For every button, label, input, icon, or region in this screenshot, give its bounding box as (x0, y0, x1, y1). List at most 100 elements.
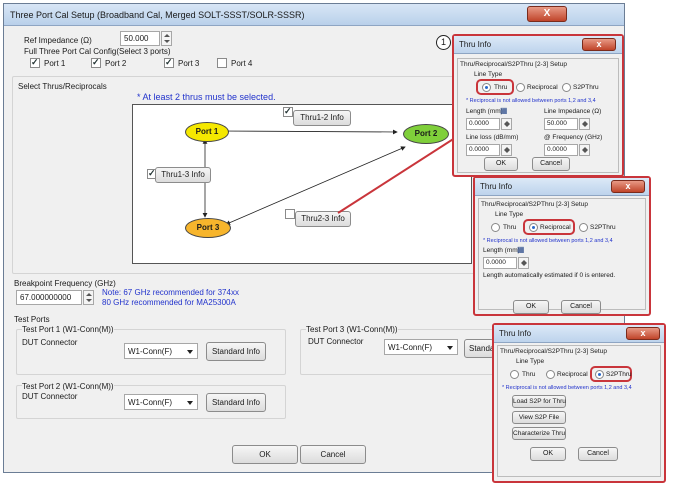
port3-label: Port 3 (178, 59, 200, 68)
tp2-dut-label: DUT Connector (22, 392, 78, 401)
window-title: Three Port Cal Setup (Broadband Cal, Mer… (10, 10, 305, 20)
view-s2p-button[interactable]: View S2P File (512, 411, 566, 424)
popup3-setup-label: Thru/Reciprocal/S2PThru [2-3] Setup (500, 348, 607, 355)
thru12-checkbox[interactable] (283, 106, 293, 117)
ref-impedance-spinner[interactable] (161, 31, 172, 46)
breakpoint-field[interactable]: 67.000000000 (16, 290, 82, 305)
tp1-standard-info-button[interactable]: Standard Info (206, 342, 266, 361)
popup1-length-spinner[interactable] (501, 118, 512, 130)
test-port2-label: Test Port 2 (W1-Conn(M)) (22, 382, 114, 391)
popup2-auto-note: Length automatically estimated if 0 is e… (483, 272, 616, 279)
popup3-reciprocal-radio[interactable] (546, 370, 555, 379)
popup1-thru-radio[interactable] (482, 83, 491, 92)
popup2-length-spinner[interactable] (518, 257, 529, 269)
close-button[interactable]: X (527, 6, 567, 22)
tp2-standard-info-button[interactable]: Standard Info (206, 393, 266, 412)
tp2-connector-value: W1-Conn(F) (128, 398, 173, 407)
popup1-loss-label: Line loss (dB/mm) (466, 134, 519, 141)
popup1-close-button[interactable]: x (582, 38, 616, 51)
ok-button[interactable]: OK (232, 445, 298, 464)
popup1-reciprocal-radio[interactable] (516, 83, 525, 92)
thru23-checkbox[interactable] (285, 209, 295, 219)
popup1-cancel-button[interactable]: Cancel (532, 157, 570, 171)
popup1-length-label: Length (mm) (466, 108, 503, 115)
port2-oval: Port 2 (403, 124, 449, 144)
tp3-connector-select[interactable]: W1-Conn(F) (384, 339, 458, 355)
popup1-impedance-field[interactable]: 50.000 (544, 118, 578, 130)
chevron-down-icon (447, 346, 453, 350)
popup1-note: * Reciprocal is not allowed between port… (466, 98, 596, 104)
thru-info-dialog-thru: Thru Info x Thru/Reciprocal/S2PThru [2-3… (452, 34, 624, 177)
popup1-freq-label: @ Frequency (GHz) (544, 134, 603, 141)
popup1-ok-button[interactable]: OK (484, 157, 518, 171)
tp3-connector-value: W1-Conn(F) (388, 343, 433, 352)
popup3-ok-button[interactable]: OK (530, 447, 566, 461)
popup3-cancel-button[interactable]: Cancel (578, 447, 618, 461)
popup1-s2pthru-radio[interactable] (562, 83, 571, 92)
thru23-info-button[interactable]: Thru2-3 Info (295, 211, 351, 227)
popup2-setup-label: Thru/Reciprocal/S2PThru [2-3] Setup (481, 201, 588, 208)
popup1-length-field[interactable]: 0.0000 (466, 118, 500, 130)
port2-checkbox[interactable] (91, 57, 101, 68)
popup3-close-button[interactable]: x (626, 327, 660, 340)
popup1-freq-spinner[interactable] (579, 144, 590, 156)
callout-number: 1 (436, 35, 451, 50)
port4-label: Port 4 (231, 59, 253, 68)
popup1-impedance-spinner[interactable] (579, 118, 590, 130)
popup1-loss-field[interactable]: 0.0000 (466, 144, 500, 156)
calculator-icon: ▦ (517, 245, 525, 254)
popup1-freq-field[interactable]: 0.0000 (544, 144, 578, 156)
popup3-s2pthru-radio[interactable] (595, 370, 604, 379)
port1-checkbox[interactable] (30, 57, 40, 68)
popup1-title: Thru Info (459, 40, 492, 49)
cancel-button[interactable]: Cancel (300, 445, 366, 464)
popup3-line-type-label: Line Type (516, 358, 545, 365)
popup2-close-button[interactable]: x (611, 180, 645, 193)
popup2-reciprocal-radio[interactable] (529, 223, 538, 232)
tp3-standard-info-button[interactable]: Standa (464, 339, 494, 358)
popup2-s2pthru-radio[interactable] (579, 223, 588, 232)
tp1-connector-select[interactable]: W1-Conn(F) (124, 343, 198, 359)
thru-info-dialog-reciprocal: Thru Info x Thru/Reciprocal/S2PThru [2-3… (473, 176, 651, 316)
popup1-thru-label: Thru (494, 84, 508, 91)
breakpoint-note-line1: Note: 67 GHz recommended for 374xx (102, 288, 239, 297)
popup2-thru-radio[interactable] (491, 223, 500, 232)
popup2-thru-label: Thru (503, 224, 517, 231)
popup1-impedance-label: Line Impedance (Ω) (544, 108, 602, 115)
port3-checkbox[interactable] (164, 57, 174, 68)
ref-impedance-field[interactable]: 50.000 (120, 31, 160, 46)
popup3-note: * Reciprocal is not allowed between port… (502, 385, 632, 391)
breakpoint-note-line2: 80 GHz recommended for MA25300A (102, 298, 236, 307)
popup2-length-label: Length (mm) (483, 247, 520, 254)
popup1-setup-group: Thru/Reciprocal/S2PThru [2-3] Setup Line… (457, 58, 619, 173)
popup1-setup-label: Thru/Reciprocal/S2PThru [2-3] Setup (460, 61, 567, 68)
test-ports-label: Test Ports (14, 315, 50, 324)
thru12-info-button[interactable]: Thru1-2 Info (293, 110, 351, 126)
config-group-label: Full Three Port Cal Config(Select 3 port… (24, 47, 171, 56)
tp2-connector-select[interactable]: W1-Conn(F) (124, 394, 198, 410)
thru13-info-button[interactable]: Thru1-3 Info (155, 167, 211, 183)
port1-oval: Port 1 (185, 122, 229, 142)
popup2-length-field[interactable]: 0.0000 (483, 257, 517, 269)
popup1-s2pthru-label: S2PThru (573, 84, 599, 91)
popup1-loss-spinner[interactable] (501, 144, 512, 156)
popup2-cancel-button[interactable]: Cancel (561, 300, 601, 314)
popup3-reciprocal-label: Reciprocal (557, 371, 588, 378)
test-port3-label: Test Port 3 (W1-Conn(M)) (306, 325, 398, 334)
thru-diagram: Port 1 Port 2 Port 3 Thru1-2 Info Thru1-… (132, 104, 472, 264)
chevron-down-icon (187, 401, 193, 405)
thrus-note: * At least 2 thrus must be selected. (137, 92, 276, 102)
characterize-thru-button[interactable]: Characterize Thru (512, 427, 566, 440)
load-s2p-button[interactable]: Load S2P for Thru (512, 395, 566, 408)
popup2-ok-button[interactable]: OK (513, 300, 549, 314)
popup3-s2pthru-label: S2PThru (606, 371, 632, 378)
popup1-reciprocal-label: Reciprocal (527, 84, 558, 91)
popup2-note: * Reciprocal is not allowed between port… (483, 238, 613, 244)
popup3-thru-radio[interactable] (510, 370, 519, 379)
breakpoint-label: Breakpoint Frequency (GHz) (14, 279, 116, 288)
popup2-setup-group: Thru/Reciprocal/S2PThru [2-3] Setup Line… (478, 198, 646, 310)
port4-checkbox[interactable] (217, 58, 227, 68)
port2-label: Port 2 (105, 59, 127, 68)
port1-label: Port 1 (44, 59, 66, 68)
breakpoint-spinner[interactable] (83, 290, 94, 305)
